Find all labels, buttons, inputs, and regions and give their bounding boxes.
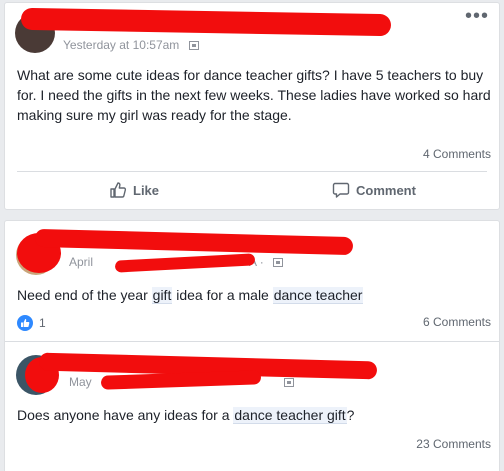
search-results-card: April A · Need end of the year gift idea… (4, 220, 500, 471)
timestamp-text[interactable]: April (69, 255, 93, 269)
reactions-count[interactable]: 1 (39, 316, 46, 330)
audience-icon[interactable] (273, 258, 284, 267)
redacted-author-name (20, 7, 392, 37)
text-segment: Does anyone have any ideas for a (17, 407, 234, 423)
like-button[interactable]: Like (109, 181, 159, 199)
timestamp-text[interactable]: May (69, 375, 92, 389)
comment-label[interactable]: Comment (356, 183, 416, 198)
comments-count[interactable]: 4 Comments (423, 147, 491, 161)
divider (17, 171, 487, 172)
text-segment: Need end of the year (17, 287, 152, 303)
post-card: Yesterday at 10:57am ••• What are some c… (4, 2, 500, 210)
audience-icon[interactable] (188, 41, 199, 50)
highlight-term: dance teacher gift (233, 407, 347, 424)
reactions-summary[interactable]: 1 (17, 315, 46, 331)
post-text: Need end of the year gift idea for a mal… (17, 285, 364, 305)
audience-icon[interactable] (284, 378, 295, 387)
divider (5, 341, 499, 342)
comment-button[interactable]: Comment (332, 181, 416, 199)
like-label[interactable]: Like (133, 183, 159, 198)
thumbs-up-icon (110, 182, 127, 198)
text-segment: ? (346, 407, 355, 423)
text-segment: idea for a male (172, 287, 273, 303)
like-reaction-icon (17, 315, 33, 331)
timestamp-text[interactable]: Yesterday at 10:57am (63, 38, 179, 52)
comment-bubble-icon (332, 182, 350, 198)
post-text: What are some cute ideas for dance teach… (17, 67, 491, 123)
comments-count[interactable]: 6 Comments (423, 315, 491, 329)
highlight-term: gift (151, 287, 173, 304)
post-timestamp[interactable]: Yesterday at 10:57am (63, 38, 199, 52)
comments-count[interactable]: 23 Comments (416, 437, 491, 451)
highlight-term: dance teacher (272, 287, 364, 304)
more-options-icon[interactable]: ••• (465, 5, 489, 28)
post-text: Does anyone have any ideas for a dance t… (17, 405, 354, 425)
redacted-author-name (34, 228, 354, 256)
